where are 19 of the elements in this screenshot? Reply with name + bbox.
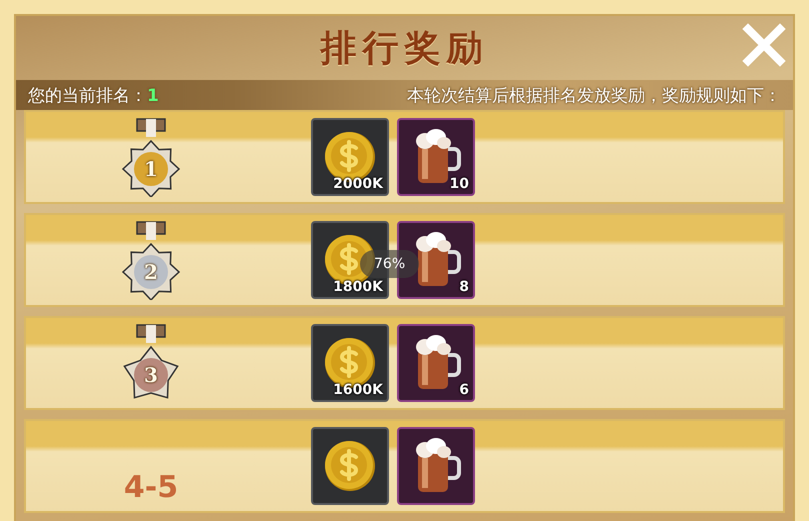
coin-icon	[323, 439, 377, 493]
close-button[interactable]	[741, 22, 787, 68]
medal-number: 3	[143, 363, 159, 387]
medal-icon	[121, 220, 181, 300]
medal-icon	[121, 117, 181, 197]
rules-note: 本轮次结算后根据排名发放奖励，奖励规则如下：	[407, 84, 781, 106]
reward-amount: 6	[459, 382, 469, 398]
current-rank-text: 您的当前排名：1	[28, 84, 159, 106]
reward-amount: 8	[459, 279, 469, 295]
dialog-title: 排行奖励	[320, 26, 488, 70]
rank-range: 4-5	[124, 471, 178, 505]
close-icon	[741, 22, 787, 68]
reward-amount: 1800K	[333, 279, 383, 295]
reward-amount: 10	[450, 176, 469, 192]
zoom-indicator: 76%	[360, 250, 420, 278]
medal-number: 2	[143, 260, 159, 284]
reward-amount: 1600K	[333, 382, 383, 398]
medal-number: 1	[143, 157, 159, 181]
reward-amount: 2000K	[333, 176, 383, 192]
